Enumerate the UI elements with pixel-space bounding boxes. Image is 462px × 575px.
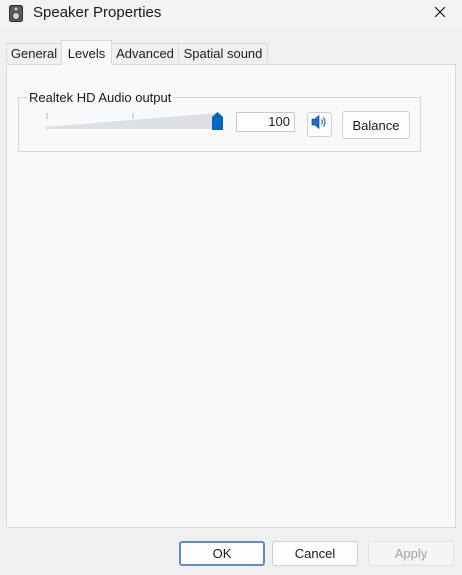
balance-button[interactable]: Balance <box>342 111 410 139</box>
volume-value-field[interactable]: 100 <box>236 112 295 132</box>
ok-button[interactable]: OK <box>179 541 265 566</box>
levels-panel: Realtek HD Audio output 100 Balance <box>6 64 456 528</box>
cancel-button[interactable]: Cancel <box>272 541 358 566</box>
device-level-group: Realtek HD Audio output 100 Balance <box>18 90 421 152</box>
group-label: Realtek HD Audio output <box>27 90 174 105</box>
speaker-device-icon <box>9 5 23 22</box>
title-bar: Speaker Properties <box>0 0 462 28</box>
tab-levels[interactable]: Levels <box>61 40 112 65</box>
tab-general[interactable]: General <box>6 43 62 63</box>
mute-toggle-button[interactable] <box>307 112 332 137</box>
volume-slider[interactable] <box>45 108 225 134</box>
close-button[interactable] <box>418 0 462 28</box>
tab-advanced[interactable]: Advanced <box>111 43 179 63</box>
close-icon <box>434 5 446 23</box>
volume-slider-thumb[interactable] <box>211 112 223 130</box>
apply-button[interactable]: Apply <box>368 541 454 566</box>
tab-spatial-sound[interactable]: Spatial sound <box>178 43 268 63</box>
window-title: Speaker Properties <box>33 4 162 21</box>
speaker-volume-icon <box>311 114 329 135</box>
